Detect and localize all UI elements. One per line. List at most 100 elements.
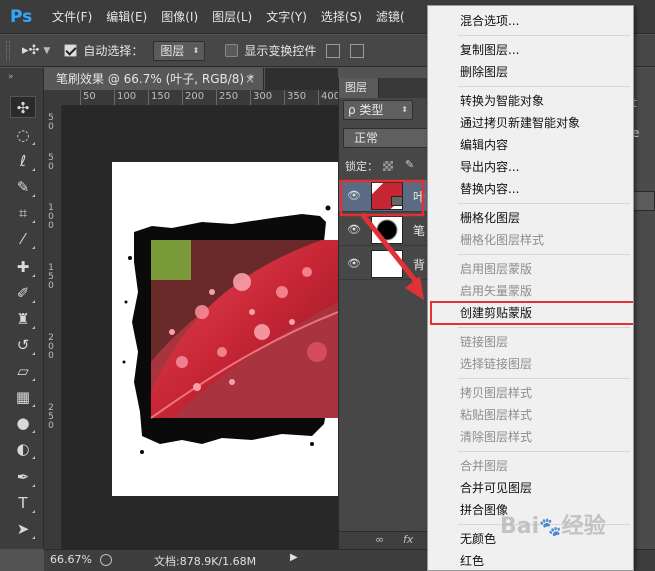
context-menu-item: 启用矢量蒙版 <box>460 284 533 298</box>
chevron-down-icon[interactable]: ▼ <box>43 46 50 56</box>
panel-button[interactable] <box>633 191 655 211</box>
layer-filter-value: ρ 类型 <box>348 103 384 117</box>
context-menu-item: 拷贝图层样式 <box>460 386 533 400</box>
status-info-icon[interactable] <box>100 554 112 566</box>
context-menu-item[interactable]: 拼合图像 <box>429 499 632 521</box>
context-menu-item[interactable]: 栅格化图层 <box>429 207 632 229</box>
context-menu-item[interactable]: 混合选项... <box>429 10 632 32</box>
blend-mode-dropdown[interactable]: 正常 <box>343 128 429 148</box>
zoom-level-field[interactable]: 66.67% <box>50 553 92 566</box>
context-menu-item[interactable]: 删除图层 <box>429 61 632 83</box>
context-menu-item: 栅格化图层样式 <box>460 233 545 247</box>
menu-file[interactable]: 文件(F) <box>52 8 92 25</box>
context-menu-item: 合并图层 <box>460 459 509 473</box>
menu-separator <box>458 35 630 36</box>
menu-image[interactable]: 图像(I) <box>161 8 198 25</box>
menu-separator <box>458 378 630 379</box>
horizontal-ruler[interactable]: 50 100 150 200 250 300 350 400 <box>62 90 338 106</box>
layer-style-icon[interactable]: fx <box>403 533 413 546</box>
eraser-tool-icon[interactable]: ▱ <box>10 360 36 382</box>
document-tab-title: 笔刷效果 @ 66.7% (叶子, RGB/8) * <box>56 72 254 86</box>
marquee-tool-icon[interactable]: ◌ <box>10 124 36 146</box>
layer-name[interactable]: 叶 <box>413 188 425 205</box>
eye-icon[interactable]: 👁 <box>347 257 361 270</box>
lock-transparent-pixels-icon[interactable] <box>383 161 393 171</box>
lock-image-pixels-icon[interactable]: ✎ <box>405 158 414 171</box>
close-icon[interactable]: × <box>245 68 255 90</box>
blur-tool-icon[interactable]: ● <box>10 412 36 434</box>
layer-filter-dropdown[interactable]: ρ 类型 ⬍ <box>343 100 413 120</box>
layers-panel: 图层 ρ 类型 ⬍ 正常 锁定： ✎ 👁 叶 👁 笔 👁 背 ∞ fx <box>338 78 429 549</box>
ruler-tick <box>216 90 217 105</box>
menu-edit[interactable]: 编辑(E) <box>106 8 147 25</box>
vertical-ruler[interactable]: 5 0 5 0 1 0 0 1 5 0 2 0 0 2 5 0 <box>44 106 62 549</box>
align-top-icon[interactable] <box>326 43 341 58</box>
context-menu-item[interactable]: 复制图层... <box>429 39 632 61</box>
eye-icon[interactable]: 👁 <box>347 189 361 202</box>
context-menu-item: 选择链接图层 <box>460 357 533 371</box>
auto-select-checkbox[interactable] <box>64 44 78 57</box>
layer-thumbnail[interactable] <box>371 250 403 278</box>
ruler-number: 0 <box>48 351 54 361</box>
ruler-tick <box>284 90 285 105</box>
layer-name[interactable]: 背 <box>413 256 425 273</box>
ruler-corner[interactable] <box>44 90 62 106</box>
ruler-number: 400 <box>321 91 338 102</box>
layer-row[interactable]: 👁 笔 <box>339 214 429 246</box>
menu-filter[interactable]: 滤镜( <box>376 8 405 25</box>
link-layers-icon[interactable]: ∞ <box>375 533 384 546</box>
move-tool-preset-icon[interactable]: ▸✣ <box>22 43 39 58</box>
crop-tool-icon[interactable]: ⌗ <box>10 202 36 224</box>
show-transform-label: 显示变换控件 <box>244 44 317 58</box>
eye-icon[interactable]: 👁 <box>347 223 361 236</box>
healing-brush-tool-icon[interactable]: ✚ <box>10 256 36 278</box>
auto-select-target-dropdown[interactable]: 图层 ⬍ <box>153 40 206 61</box>
menu-layer[interactable]: 图层(L) <box>212 8 252 25</box>
ruler-tick <box>80 90 81 105</box>
show-transform-checkbox[interactable] <box>225 44 239 57</box>
context-menu-item[interactable]: 无颜色 <box>429 528 632 550</box>
lasso-tool-icon[interactable]: ℓ <box>10 150 36 172</box>
context-menu-item[interactable]: 转换为智能对象 <box>429 90 632 112</box>
layer-name[interactable]: 笔 <box>413 222 425 239</box>
canvas-area[interactable] <box>62 106 338 549</box>
menu-separator <box>458 451 630 452</box>
menu-separator <box>458 86 630 87</box>
context-menu-item[interactable]: 替换内容... <box>429 178 632 200</box>
context-menu-item: 清除图层样式 <box>460 430 533 444</box>
context-menu-item[interactable]: 导出内容... <box>429 156 632 178</box>
document-canvas[interactable] <box>112 162 338 496</box>
auto-select-target-value: 图层 <box>160 43 185 58</box>
status-menu-arrow-icon[interactable]: ▶ <box>290 552 298 563</box>
context-menu-item[interactable]: 合并可见图层 <box>429 477 632 499</box>
quick-select-tool-icon[interactable]: ✎ <box>10 176 36 198</box>
ruler-tick <box>148 90 149 105</box>
context-menu-item[interactable]: 编辑内容 <box>429 134 632 156</box>
context-menu-item: 启用图层蒙版 <box>460 262 533 276</box>
context-menu-item[interactable]: 通过拷贝新建智能对象 <box>429 112 632 134</box>
ruler-number: 200 <box>185 91 205 102</box>
history-brush-tool-icon[interactable]: ↺ <box>10 334 36 356</box>
move-tool-icon[interactable]: ✣ <box>10 96 36 118</box>
dodge-tool-icon[interactable]: ◐ <box>10 438 36 460</box>
dropdown-arrows-icon: ⬍ <box>401 105 408 114</box>
context-menu-item[interactable]: 红色 <box>429 550 632 570</box>
layer-row[interactable]: 👁 背 <box>339 248 429 280</box>
gradient-tool-icon[interactable]: ▦ <box>10 386 36 408</box>
layer-row[interactable]: 👁 叶 <box>339 180 429 212</box>
ruler-number: 50 <box>83 91 96 102</box>
toolbox-collapse-icon[interactable]: » <box>0 68 43 88</box>
menu-select[interactable]: 选择(S) <box>321 8 362 25</box>
pen-tool-icon[interactable]: ✒ <box>10 466 36 488</box>
path-select-tool-icon[interactable]: ➤ <box>10 518 36 540</box>
type-tool-icon[interactable]: T <box>10 492 36 514</box>
align-middle-icon[interactable] <box>350 43 365 58</box>
eyedropper-tool-icon[interactable]: ⁄ <box>10 228 36 250</box>
clone-stamp-tool-icon[interactable]: ♜ <box>10 308 36 330</box>
menu-type[interactable]: 文字(Y) <box>266 8 307 25</box>
brush-tool-icon[interactable]: ✐ <box>10 282 36 304</box>
tab-layers[interactable]: 图层 <box>339 78 379 98</box>
layer-thumbnail[interactable] <box>371 216 403 244</box>
options-grip[interactable] <box>6 40 10 61</box>
document-tab[interactable]: 笔刷效果 @ 66.7% (叶子, RGB/8) * × <box>44 68 264 90</box>
